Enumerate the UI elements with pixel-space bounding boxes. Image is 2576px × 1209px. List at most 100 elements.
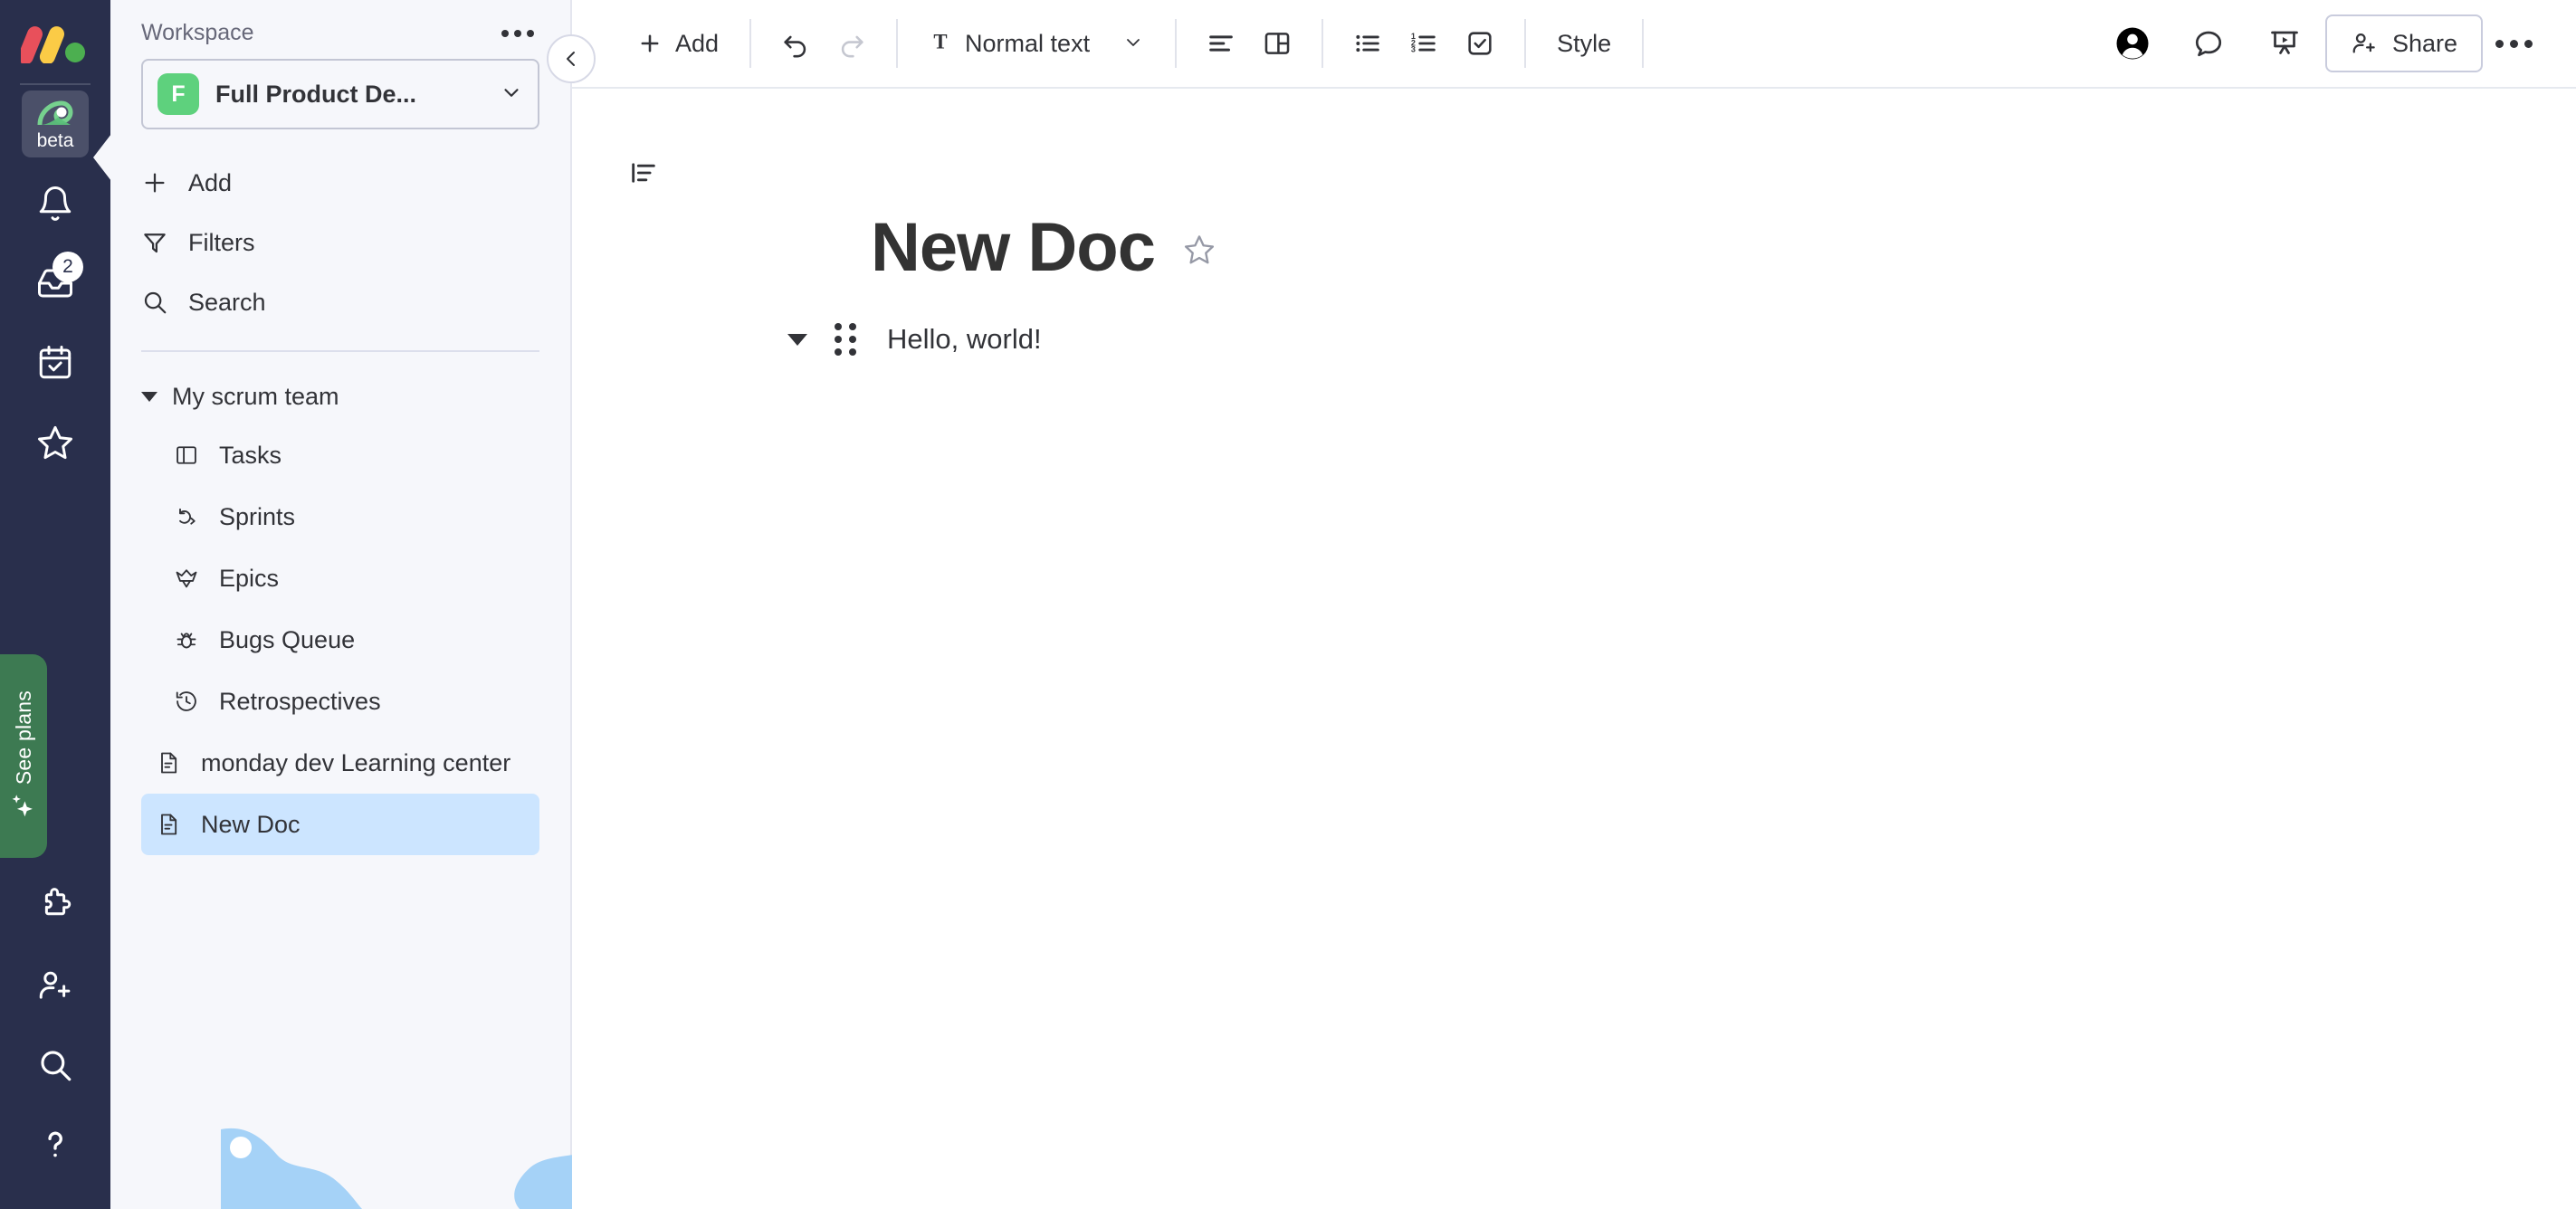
sidebar-header: Workspace — [110, 0, 570, 46]
star-outline-icon — [1184, 235, 1215, 264]
inbox-badge: 2 — [52, 252, 83, 282]
page-title[interactable]: New Doc — [871, 208, 1156, 287]
sidebar-title: Workspace — [141, 20, 254, 45]
toolbar-align-button[interactable] — [1193, 15, 1249, 71]
search-icon — [41, 1051, 72, 1081]
toolbar-divider — [749, 19, 752, 68]
toolbar-columns-button[interactable] — [1249, 15, 1305, 71]
presentation-icon — [2271, 31, 2298, 54]
collapse-sidebar-button[interactable] — [547, 34, 596, 83]
document-outline-icon[interactable] — [628, 157, 659, 193]
workspace-avatar: F — [157, 73, 199, 115]
sidebar-divider — [141, 350, 539, 352]
share-label: Share — [2391, 29, 2457, 57]
rail-item-notifications[interactable] — [22, 170, 89, 237]
toolbar-bulleted-list-button[interactable] — [1340, 15, 1396, 71]
monday-logo[interactable] — [17, 20, 90, 65]
doc-icon — [161, 752, 177, 774]
sidebar-item-new-doc[interactable]: New Doc — [141, 794, 539, 855]
sidebar-action-filters[interactable]: Filters — [110, 213, 570, 272]
sidebar-item-label: Tasks — [219, 441, 282, 469]
text-T-icon: T — [929, 30, 952, 58]
sidebar-group-my-scrum-team[interactable]: My scrum team — [110, 368, 570, 424]
rail-item-favorites[interactable] — [22, 409, 89, 476]
toolbar-text-style-dropdown[interactable]: T Normal text — [914, 15, 1159, 71]
person-plus-icon — [39, 971, 71, 999]
toolbar-add-label: Add — [675, 29, 720, 57]
numbered-list-icon: 123 — [1411, 32, 1436, 54]
rail-item-search-everything[interactable] — [22, 1032, 89, 1099]
comment-bubble-icon — [2195, 31, 2222, 57]
toolbar-present-button[interactable] — [2256, 15, 2313, 71]
chevron-down-icon — [500, 81, 523, 109]
sidebar-item-label: New Doc — [201, 810, 301, 838]
plus-icon — [641, 34, 659, 52]
toolbar-numbered-list-button[interactable]: 123 — [1396, 15, 1452, 71]
workspace-name: Full Product De... — [215, 80, 417, 108]
sidebar-item-bugs-queue[interactable]: Bugs Queue — [141, 609, 539, 671]
rail-item-my-work[interactable] — [22, 329, 89, 396]
favorite-star-icon[interactable] — [1182, 233, 1216, 271]
chevron-down-icon — [141, 391, 157, 402]
document-block: Hello, world! — [787, 323, 2576, 356]
toolbar-undo-button[interactable] — [768, 15, 824, 71]
bug-icon — [177, 633, 196, 649]
workspace-more-menu-icon[interactable] — [496, 24, 539, 43]
document-canvas: New Doc Hello, world! — [572, 89, 2576, 356]
block-drag-handle-icon[interactable] — [835, 323, 856, 356]
rail-item-beta-workspace[interactable]: beta — [22, 90, 89, 157]
toolbar-add-button[interactable]: Add — [623, 15, 733, 71]
sidebar-item-label: monday dev Learning center — [201, 748, 511, 776]
rail-bottom-group — [0, 872, 110, 1191]
sidebar-item-retrospectives[interactable]: Retrospectives — [141, 671, 539, 732]
question-mark-icon — [48, 1131, 62, 1157]
toolbar-checklist-button[interactable] — [1452, 15, 1508, 71]
toolbar-style-button[interactable]: Style — [1542, 15, 1626, 71]
person-plus-icon — [2352, 33, 2375, 53]
block-collapse-caret-icon[interactable] — [787, 333, 807, 346]
toolbar-style-label: Style — [1557, 29, 1612, 57]
toolbar-redo-button[interactable] — [824, 15, 880, 71]
share-button[interactable]: Share — [2324, 14, 2483, 72]
see-plans-button[interactable]: See plans — [0, 654, 47, 858]
sidebar-item-sprints[interactable]: Sprints — [141, 486, 539, 547]
sidebar-action-search[interactable]: Search — [110, 272, 570, 332]
sidebar-action-add[interactable]: Add — [110, 153, 570, 213]
history-icon — [176, 691, 196, 711]
document-main: Add T Normal text 1 2 3 Style Share New … — [547, 0, 2576, 1209]
sidebar-item-label: Retrospectives — [219, 687, 381, 715]
toolbar-text-style-label: Normal text — [965, 29, 1091, 57]
rail-item-inbox[interactable]: 2 — [22, 250, 89, 317]
block-text[interactable]: Hello, world! — [887, 323, 1042, 356]
chevron-down-icon — [1122, 31, 1144, 57]
sprint-icon — [179, 508, 196, 525]
rail-item-invite-members[interactable] — [22, 952, 89, 1019]
toolbar-avatar[interactable] — [2104, 15, 2161, 71]
sidebar-tree: My scrum team Tasks Sprints Epics Bugs Q… — [110, 368, 570, 855]
left-rail: beta 2 See plans — [0, 0, 111, 1209]
toolbar-more-options-icon[interactable] — [2483, 27, 2545, 61]
rail-active-notch — [93, 134, 111, 181]
crown-icon — [176, 569, 197, 588]
sidebar-item-label: Sprints — [219, 502, 296, 530]
plus-icon — [145, 173, 165, 193]
sidebar-item-tasks[interactable]: Tasks — [141, 424, 539, 486]
toolbar-divider — [1642, 19, 1645, 68]
toolbar-divider — [896, 19, 899, 68]
rail-item-label: beta — [36, 130, 74, 151]
rail-item-apps[interactable] — [22, 872, 89, 939]
sidebar-item-epics[interactable]: Epics — [141, 547, 539, 609]
monday-dev-icon — [37, 100, 73, 126]
sidebar-item-monday-dev-learning-center[interactable]: monday dev Learning center — [141, 732, 539, 794]
document-toolbar: Add T Normal text 1 2 3 Style Share — [572, 0, 2576, 89]
toolbar-divider — [1524, 19, 1527, 68]
sidebar-action-label: Search — [188, 288, 266, 316]
workspace-selector[interactable]: F Full Product De... — [141, 59, 539, 129]
toolbar-divider — [1321, 19, 1324, 68]
toolbar-comment-button[interactable] — [2180, 15, 2237, 71]
star-icon — [38, 425, 72, 460]
sidebar-group-label: My scrum team — [172, 382, 339, 410]
monday-docs-app: beta 2 See plans Workspace F Full Produc… — [0, 0, 2576, 1209]
rail-item-help[interactable] — [22, 1111, 89, 1178]
document-body: New Doc Hello, world! — [572, 89, 2576, 356]
